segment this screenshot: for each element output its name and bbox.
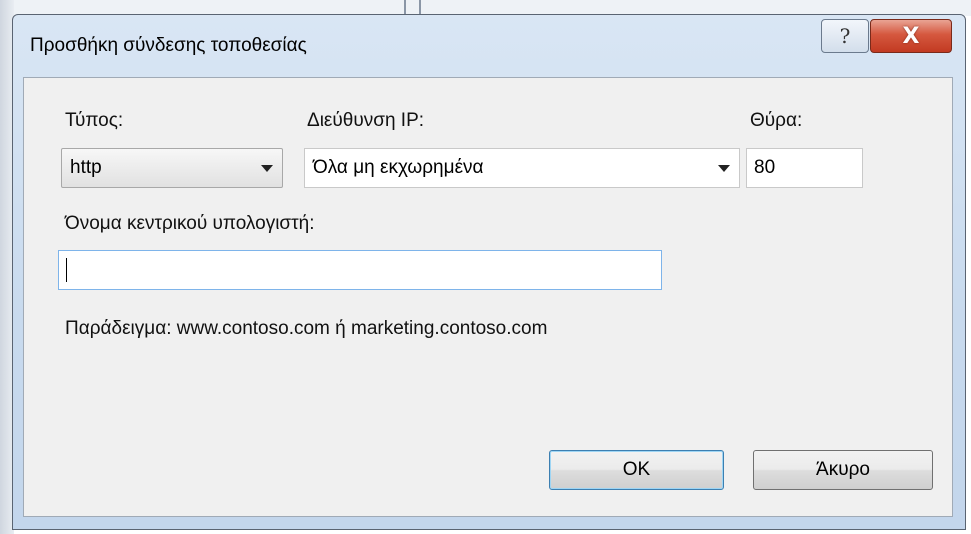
ok-button-label: OK	[622, 459, 651, 480]
type-select[interactable]: http	[61, 148, 283, 188]
cancel-button-label: Άκυρο	[816, 459, 870, 480]
hostname-input[interactable]	[58, 250, 662, 290]
dialog-title: Προσθήκη σύνδεσης τοποθεσίας	[30, 35, 307, 56]
dropdown-arrow-icon	[718, 165, 730, 172]
type-label: Τύπος:	[65, 110, 124, 131]
example-text: Παράδειγμα: www.contoso.com ή marketing.…	[65, 318, 548, 339]
ok-button[interactable]: OK	[549, 450, 724, 490]
close-button[interactable]: X	[870, 19, 952, 53]
port-input[interactable]: 80	[746, 148, 863, 188]
cancel-button[interactable]: Άκυρο	[753, 450, 933, 490]
add-site-binding-dialog: Προσθήκη σύνδεσης τοποθεσίας ? X Τύπος: …	[12, 14, 966, 530]
screen: Προσθήκη σύνδεσης τοποθεσίας ? X Τύπος: …	[0, 0, 971, 534]
text-caret	[66, 258, 67, 282]
ip-address-select[interactable]: Όλα μη εκχωρημένα	[304, 148, 740, 188]
port-label: Θύρα:	[750, 110, 803, 131]
dialog-content: Τύπος: http Διεύθυνση IP: Όλα μη εκχωρημ…	[23, 77, 953, 517]
type-select-value: http	[70, 157, 102, 178]
ip-address-select-value: Όλα μη εκχωρημένα	[313, 157, 484, 178]
help-button[interactable]: ?	[821, 19, 869, 53]
dropdown-arrow-icon	[261, 165, 273, 172]
help-icon: ?	[839, 24, 851, 48]
port-input-value: 80	[754, 157, 776, 178]
close-icon: X	[902, 23, 920, 49]
title-bar[interactable]: Προσθήκη σύνδεσης τοποθεσίας ? X	[13, 15, 965, 77]
ip-address-label: Διεύθυνση IP:	[307, 110, 425, 131]
hostname-label: Όνομα κεντρικού υπολογιστή:	[65, 213, 315, 234]
